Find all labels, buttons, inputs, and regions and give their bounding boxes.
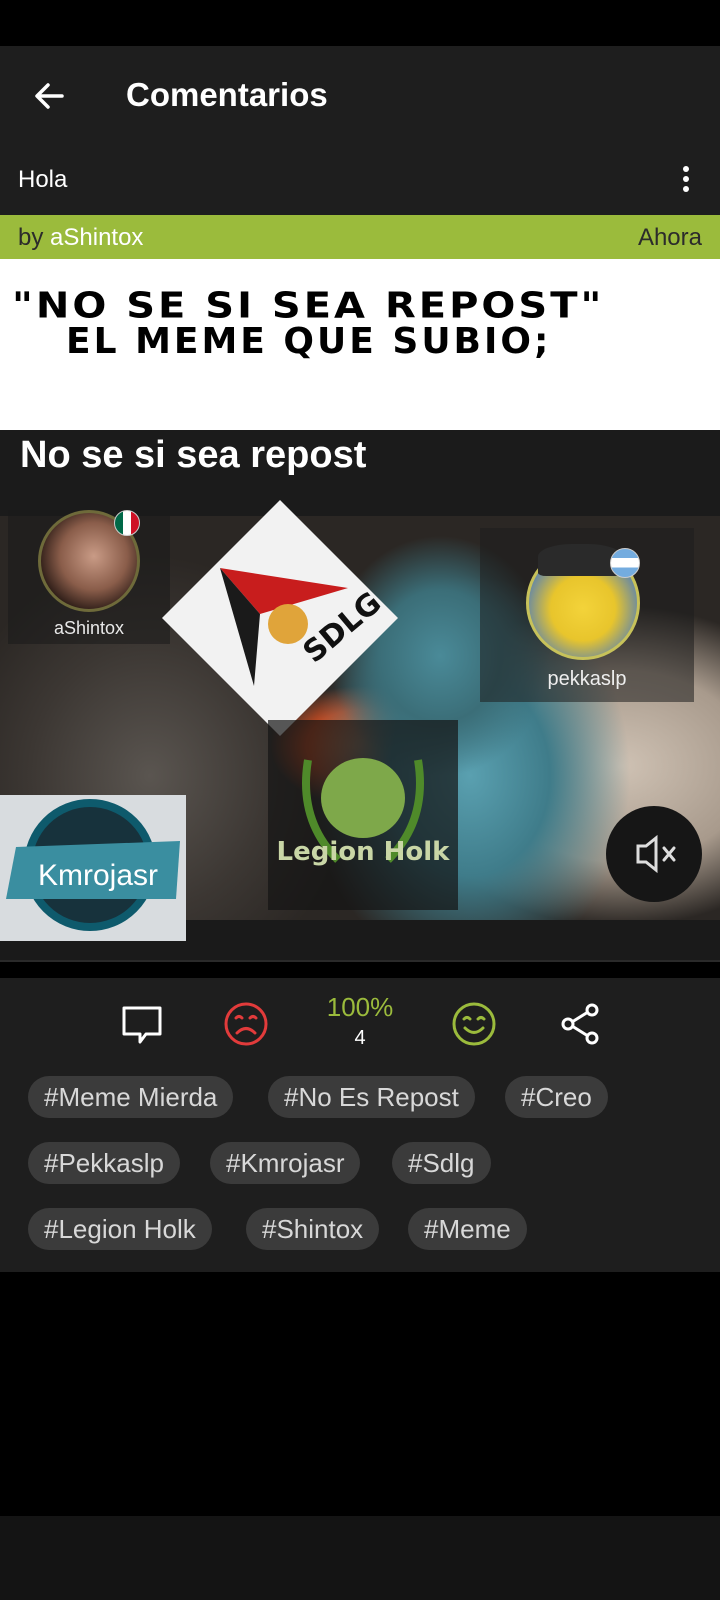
legion-holk-logo: Legion Holk [268,720,458,910]
author-name[interactable]: aShintox [50,224,143,251]
tag-chip[interactable]: #Pekkaslp [28,1142,180,1184]
tag-chip[interactable]: #Creo [505,1076,608,1118]
share-button[interactable] [556,1000,604,1053]
post-actions: 100% 4 #Meme Mierda #No Es Repost #Creo … [0,978,720,1272]
video-title: No se si sea repost [20,434,367,476]
meme-video[interactable]: No se si sea repost aShintox pekkaslp SD… [0,430,720,960]
post-byline: by aShintox Ahora [0,215,720,259]
more-vertical-icon [676,166,696,192]
sad-face-icon [224,1002,268,1046]
score-percent: 100% [326,992,394,1022]
tag-chip[interactable]: #Meme Mierda [28,1076,234,1118]
sdlg-logo: SDLG [158,496,402,740]
byline-author[interactable]: by aShintox [18,224,143,252]
kmrojasr-label: Kmrojasr [38,859,158,892]
score: 100% 4 [300,992,420,1050]
post-title: Hola [18,166,68,193]
caption-line-2: el meme que subio; [66,321,552,362]
user-card-ashintox: aShintox [8,510,170,644]
comment-icon [122,1006,162,1044]
byline-prefix: by [18,224,44,251]
empty-area [0,1272,720,1516]
mute-button[interactable] [606,806,702,902]
tag-chip[interactable]: #Sdlg [392,1142,491,1184]
arrow-left-icon [35,83,64,109]
user-name: aShintox [53,618,125,638]
kmrojasr-logo: Kmrojasr [0,795,186,941]
volume-mute-icon [636,834,676,874]
user-card-pekkaslp: pekkaslp [480,528,694,702]
tag-chip[interactable]: #Kmrojasr [210,1142,361,1184]
divider [0,960,720,962]
page-title: Comentarios [126,76,328,113]
more-options-button[interactable] [676,162,696,198]
user-name: pekkaslp [547,668,627,690]
like-button[interactable] [450,1000,498,1053]
tag-chip[interactable]: #Meme [408,1208,527,1250]
dislike-button[interactable] [222,1000,270,1053]
back-button[interactable] [28,74,72,118]
tag-chip[interactable]: #No Es Repost [268,1076,475,1118]
tag-chip[interactable]: #Legion Holk [28,1208,212,1250]
tag-chip[interactable]: #Shintox [246,1208,380,1250]
post-header: Hola [0,144,720,215]
app-bar: Comentarios [0,46,720,144]
system-nav-bar [0,1516,720,1600]
meme-caption: "No se si sea repost" el meme que subio; [0,259,720,430]
post-time: Ahora [637,224,702,251]
mexico-flag-icon [114,510,140,536]
share-icon [561,1003,599,1045]
status-bar [0,0,720,46]
argentina-flag-icon [610,548,640,578]
legion-label: Legion Holk [277,837,451,867]
smile-face-icon [452,1002,496,1046]
score-count: 4 [354,1027,366,1049]
comment-button[interactable] [118,1000,166,1053]
